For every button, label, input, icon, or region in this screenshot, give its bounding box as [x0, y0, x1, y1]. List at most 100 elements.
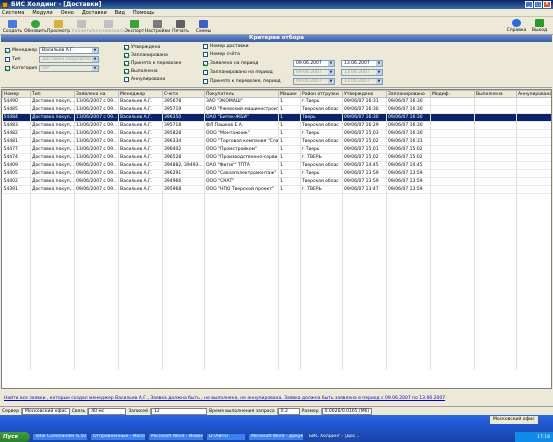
task-outlook-sent[interactable]: Отправленные - Micros... [90, 433, 146, 441]
query-description-link[interactable]: Найти все заявки , которые создал менедж… [4, 396, 445, 401]
export-button[interactable]: Экспорт [123, 18, 146, 34]
checkbox-box [203, 70, 208, 75]
table-cell: 09/06/07 16:30 [342, 113, 387, 122]
task-word-inventory[interactable]: Microsoft Word - Инвен... [148, 433, 204, 441]
table-cell: 09/06/07 13:59 [386, 177, 431, 186]
delete-button[interactable]: Удалить [70, 18, 93, 34]
table-cell: Тверская облас [300, 161, 343, 170]
column-header[interactable]: Запланировано [386, 90, 431, 98]
column-header[interactable]: Утверждено [342, 90, 387, 98]
empty-row [2, 353, 551, 362]
help-button[interactable]: Справка [505, 17, 528, 33]
column-header[interactable]: Аннулирована [516, 90, 551, 98]
category-select[interactable]: VIP ▼ [39, 65, 99, 72]
table-cell: Доставка покуп... [30, 105, 75, 114]
empty-row [2, 225, 551, 234]
exit-button[interactable]: Выход [528, 17, 551, 33]
table-row[interactable]: 54474 Доставка покуп... 13/06/2007 с 09...… [2, 153, 551, 162]
table-cell: 13/06/2007 с 09... [74, 97, 119, 106]
requested-from-date[interactable]: 09.06.2007 ▼ [293, 60, 335, 67]
menu-system[interactable]: Система [2, 10, 24, 16]
planned-to-date[interactable]: 13.06.2007 ▼ [341, 69, 383, 76]
requested-to-date[interactable]: 13.06.2007 ▼ [341, 60, 383, 67]
maximize-button[interactable]: □ [534, 1, 542, 8]
table-row[interactable]: 54483 Доставка покуп... 13/06/2007 с 09...… [2, 121, 551, 130]
chevron-down-icon: ▼ [92, 57, 98, 62]
status-planned-checkbox[interactable]: Запланирована [124, 53, 168, 58]
column-header[interactable]: Номер [2, 90, 31, 98]
minimize-button[interactable]: _ [525, 1, 533, 8]
table-row[interactable]: 54391 Доставка покуп... 09/06/2007 с 09...… [2, 185, 551, 194]
checkbox-box [124, 77, 129, 82]
column-header[interactable]: Тип [30, 90, 75, 98]
table-cell: ООО "Промстройком" [204, 145, 279, 154]
start-button[interactable]: Пуск [0, 432, 30, 442]
manager-checkbox[interactable]: Менеджер [5, 48, 37, 53]
table-cell: 1 [278, 129, 301, 138]
column-header[interactable]: Менеджер [118, 90, 163, 98]
delivery-number-checkbox[interactable]: Номер доставки [203, 44, 249, 49]
menu-deliveries[interactable]: Доставки [82, 10, 107, 16]
column-header[interactable]: Машин [278, 90, 301, 98]
table-row[interactable]: 54485 Доставка покуп... 13/06/2007 с 09...… [2, 105, 551, 114]
accepted-period-checkbox[interactable]: Принято к перевозке, период [203, 79, 281, 84]
create-button[interactable]: Создать [1, 18, 24, 34]
table-cell: 09/06/07 13:59 [386, 169, 431, 178]
column-header[interactable]: Покупатель [204, 90, 279, 98]
settings-button[interactable]: Настройки [145, 18, 170, 34]
table-row[interactable]: 54484 Доставка покуп... 13/06/2007 с 09...… [2, 113, 551, 122]
type-checkbox[interactable]: Тип [5, 57, 21, 62]
type-select[interactable]: Доставка покупател... ▼ [39, 56, 99, 63]
table-row[interactable]: 54409 Доставка покуп... 09/06/2007 с 09...… [2, 161, 551, 170]
table-row[interactable]: 54477 Доставка покуп... 13/06/2007 с 09...… [2, 145, 551, 154]
column-header[interactable]: Счета [162, 90, 205, 98]
task-folder-avto[interactable]: D:\ABTO [206, 433, 246, 441]
table-cell [474, 185, 517, 194]
status-approved-checkbox[interactable]: Утверждена [124, 45, 160, 50]
invoice-number-checkbox[interactable]: Номер счёта [203, 52, 240, 57]
table-cell [516, 113, 551, 122]
cancel-button[interactable]: Аннулировать [91, 18, 125, 34]
menu-modules[interactable]: Модули [32, 10, 52, 16]
table-row[interactable]: 54482 Доставка покуп... 13/06/2007 с 09...… [2, 129, 551, 138]
empty-row [2, 233, 551, 242]
table-cell: Доставка покуп... [30, 97, 75, 106]
table-row[interactable]: 54402 Доставка покуп... 09/06/2007 с 09...… [2, 177, 551, 186]
status-done-checkbox[interactable]: Выполнена [124, 69, 158, 74]
accepted-to-date[interactable]: 13.06.2007 ▼ [341, 78, 383, 85]
task-bis-holding[interactable]: БИС Холдинг - [Дос... [306, 433, 362, 441]
print-button[interactable]: Печать [169, 18, 192, 34]
menu-help[interactable]: Помощь [133, 10, 154, 16]
accepted-from-date[interactable]: 09.06.2007 ▼ [293, 78, 335, 85]
status-accepted-checkbox[interactable]: Принята к перевозке [124, 61, 181, 66]
close-button[interactable]: × [543, 1, 551, 8]
menu-window[interactable]: Окно [61, 10, 74, 16]
deliveries-table[interactable]: Номер Тип Заявлено на Менеджер Счета Покупате… [1, 89, 552, 389]
table-cell: Васильев А.Г. [118, 161, 163, 170]
planned-period-checkbox[interactable]: Запланировано на период [203, 70, 273, 75]
table-cell: 09/06/07 16:30 [386, 105, 431, 114]
refresh-button[interactable]: Обновить [24, 18, 47, 34]
table-row[interactable]: 54481 Доставка покуп... 13/06/2007 с 09...… [2, 137, 551, 146]
table-row[interactable]: 54490 Доставка покуп... 13/06/2007 с 09...… [2, 97, 551, 106]
requested-period-checkbox[interactable]: Заявлено на период [203, 61, 258, 66]
status-cancelled-checkbox[interactable]: Аннулирована [124, 77, 165, 82]
table-cell: 09/06/07 16:30 [386, 97, 431, 106]
planned-from-date[interactable]: 09.06.2007 ▼ [293, 69, 335, 76]
view-button[interactable]: Просмотр [47, 18, 70, 34]
empty-row [2, 217, 551, 226]
task-total-commander[interactable]: Total Commander 6.50 - ... [32, 433, 88, 441]
column-header[interactable]: Район отгрузки [300, 90, 343, 98]
schemes-button[interactable]: Схемы [192, 18, 215, 34]
server-label: Сервер [0, 407, 23, 415]
title-bar[interactable]: БИС Холдинг - [Доставки] _ □ × [0, 0, 553, 9]
column-header[interactable]: Заявлено на [74, 90, 119, 98]
column-header[interactable]: Выполнена [474, 90, 517, 98]
task-word-document[interactable]: Microsoft Word - Докум... [248, 433, 304, 441]
manager-select[interactable]: Васильев А.Г. ▼ [39, 47, 99, 54]
table-row[interactable]: 54405 Доставка покуп... 09/06/2007 с 09...… [2, 169, 551, 178]
table-cell: 09/06/07 15:02 [342, 153, 387, 162]
menu-view[interactable]: Вид [115, 10, 125, 16]
column-header[interactable]: Модиф. [430, 90, 475, 98]
category-checkbox[interactable]: Категория [5, 66, 37, 71]
